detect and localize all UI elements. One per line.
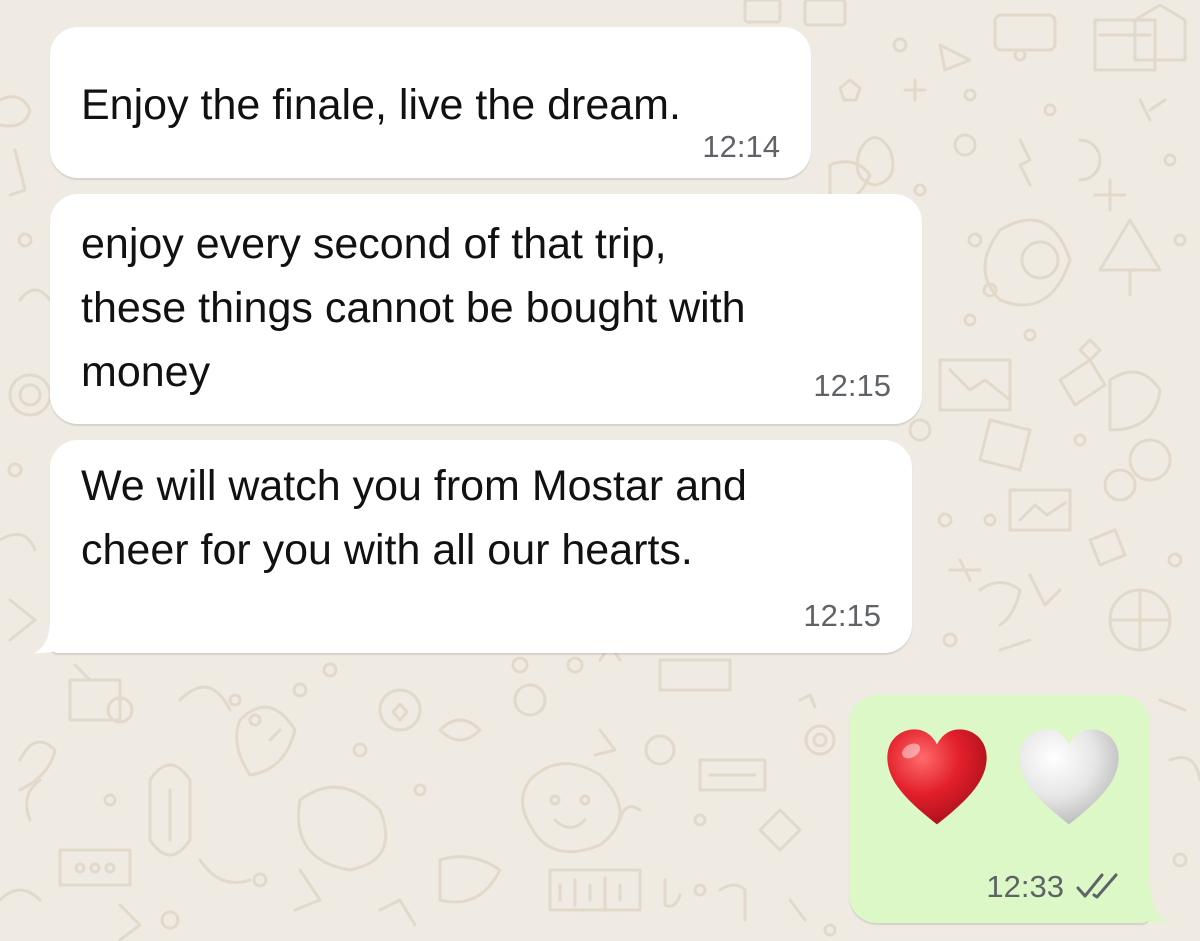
incoming-message-bubble[interactable]: We will watch you from Mostar and cheer … (50, 440, 912, 653)
message-timestamp: 12:15 (813, 368, 891, 403)
message-text: enjoy every second of that trip, these t… (81, 220, 746, 396)
message-timestamp: 12:14 (702, 129, 780, 164)
white-heart-emoji (1019, 729, 1119, 825)
outgoing-bubble-tail (1130, 890, 1170, 924)
emoji-row (883, 725, 1123, 833)
incoming-message-bubble[interactable]: enjoy every second of that trip, these t… (50, 194, 922, 424)
message-timestamp: 12:15 (803, 598, 881, 633)
incoming-bubble-tail (34, 620, 72, 654)
double-check-read-icon (1076, 873, 1118, 899)
message-text: Enjoy the finale, live the dream. (81, 81, 681, 129)
red-heart-emoji (887, 729, 987, 825)
message-timestamp: 12:33 (986, 869, 1064, 904)
incoming-message-bubble[interactable]: Enjoy the finale, live the dream. 12:14 (50, 27, 811, 178)
message-text: We will watch you from Mostar and cheer … (81, 462, 747, 574)
outgoing-message-bubble[interactable]: 12:33 (849, 695, 1150, 923)
